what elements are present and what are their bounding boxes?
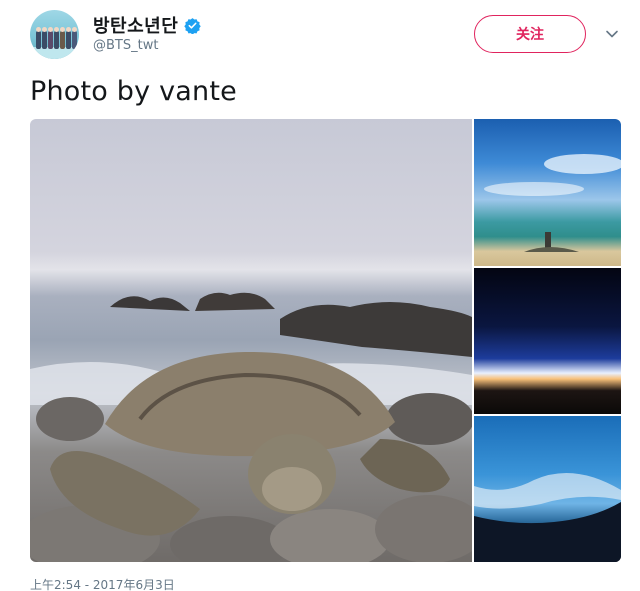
avatar[interactable] <box>30 10 79 59</box>
chevron-down-icon[interactable] <box>605 27 619 41</box>
follow-button[interactable]: 关注 <box>474 15 586 53</box>
photo-turtle[interactable] <box>30 119 472 562</box>
photo-beach[interactable] <box>474 119 621 266</box>
turtle-illustration <box>30 292 472 562</box>
photo-sky[interactable] <box>474 416 621 562</box>
display-name[interactable]: 방탄소년단 <box>93 12 178 38</box>
handle[interactable]: @BTS_twt <box>93 38 158 53</box>
media-grid <box>30 119 621 562</box>
timestamp[interactable]: 上午2:54 - 2017年6月3日 <box>30 576 175 591</box>
verified-badge-icon <box>184 17 202 34</box>
tweet-text: Photo by vante <box>30 76 237 107</box>
name-row: 방탄소년단 <box>93 12 202 38</box>
tweet-header: 방탄소년단 @BTS_twt 关注 <box>30 10 630 64</box>
photo-horizon-night[interactable] <box>474 268 621 414</box>
